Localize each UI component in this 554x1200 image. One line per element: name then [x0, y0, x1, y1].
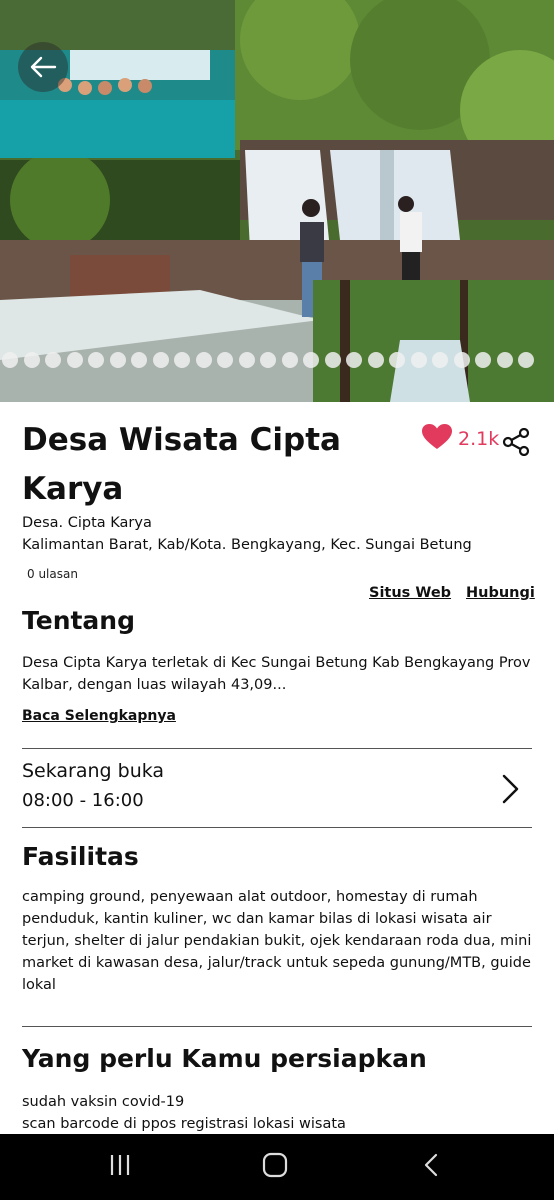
- gallery-dot[interactable]: [45, 352, 61, 368]
- back-icon: [423, 1153, 439, 1181]
- opening-hours: 08:00 - 16:00: [22, 790, 144, 811]
- gallery-dot[interactable]: [518, 352, 534, 368]
- gallery-dot[interactable]: [2, 352, 18, 368]
- gallery-dot[interactable]: [23, 352, 40, 368]
- gallery-dot[interactable]: [475, 352, 491, 368]
- about-text: Desa Cipta Karya terletak di Kec Sungai …: [22, 655, 531, 693]
- gallery-dot[interactable]: [174, 352, 190, 368]
- read-more-link[interactable]: Baca Selengkapnya: [22, 708, 176, 724]
- home-button[interactable]: [255, 1152, 295, 1182]
- back-button[interactable]: [18, 42, 68, 92]
- gallery-dot[interactable]: [324, 352, 341, 368]
- contact-link[interactable]: Hubungi: [466, 585, 535, 601]
- arrow-left-icon: [29, 56, 57, 78]
- address-line-1: Desa. Cipta Karya: [22, 515, 152, 531]
- like-button[interactable]: 2.1k: [422, 424, 499, 454]
- recent-apps-button[interactable]: [100, 1152, 140, 1182]
- gallery-dot[interactable]: [88, 352, 104, 368]
- gallery-dot[interactable]: [496, 352, 513, 368]
- prepare-heading: Yang perlu Kamu persiapkan: [22, 1044, 427, 1073]
- share-button[interactable]: [502, 427, 530, 460]
- gallery-dot[interactable]: [281, 352, 298, 368]
- chevron-right-icon: [500, 774, 520, 808]
- website-link[interactable]: Situs Web: [369, 585, 451, 601]
- address: Desa. Cipta Karya Kalimantan Barat, Kab/…: [22, 512, 472, 556]
- gallery-dot[interactable]: [238, 352, 255, 368]
- address-line-2: Kalimantan Barat, Kab/Kota. Bengkayang, …: [22, 537, 472, 553]
- gallery-dot[interactable]: [109, 352, 126, 368]
- divider: [22, 1026, 532, 1027]
- recent-apps-icon: [108, 1154, 132, 1180]
- facilities-text: camping ground, penyewaan alat outdoor, …: [22, 889, 532, 993]
- page-title: Desa Wisata Cipta Karya: [22, 422, 341, 507]
- system-navigation-bar: [0, 1134, 554, 1200]
- gallery-pagination: [0, 352, 554, 370]
- gallery-dot[interactable]: [453, 352, 470, 368]
- gallery-dot[interactable]: [131, 352, 147, 368]
- gallery-dot[interactable]: [410, 352, 427, 368]
- gallery-dot[interactable]: [367, 352, 384, 368]
- gallery-dot[interactable]: [152, 352, 169, 368]
- hero-image-gallery[interactable]: [0, 0, 554, 402]
- review-count: 0 ulasan: [27, 567, 78, 581]
- about-heading: Tentang: [22, 606, 136, 635]
- prepare-list: sudah vaksin covid-19 scan barcode di pp…: [22, 1091, 532, 1135]
- share-icon: [502, 427, 530, 460]
- list-item: scan barcode di ppos registrasi lokasi w…: [22, 1116, 346, 1132]
- hero-photo: [0, 0, 554, 402]
- facilities-heading: Fasilitas: [22, 842, 139, 871]
- gallery-dot[interactable]: [66, 352, 83, 368]
- gallery-dot[interactable]: [346, 352, 362, 368]
- gallery-dot[interactable]: [432, 352, 448, 368]
- list-item: sudah vaksin covid-19: [22, 1094, 185, 1110]
- system-back-button[interactable]: [411, 1152, 451, 1182]
- gallery-dot[interactable]: [303, 352, 319, 368]
- gallery-dot[interactable]: [260, 352, 276, 368]
- gallery-dot[interactable]: [389, 352, 405, 368]
- heart-icon: [422, 424, 452, 454]
- divider: [22, 748, 532, 749]
- opening-hours-row[interactable]: Sekarang buka 08:00 - 16:00: [0, 750, 554, 826]
- gallery-dot[interactable]: [195, 352, 212, 368]
- divider: [22, 827, 532, 828]
- gallery-dot[interactable]: [217, 352, 233, 368]
- open-status: Sekarang buka: [22, 760, 165, 782]
- home-icon: [262, 1152, 288, 1182]
- like-count: 2.1k: [458, 428, 500, 450]
